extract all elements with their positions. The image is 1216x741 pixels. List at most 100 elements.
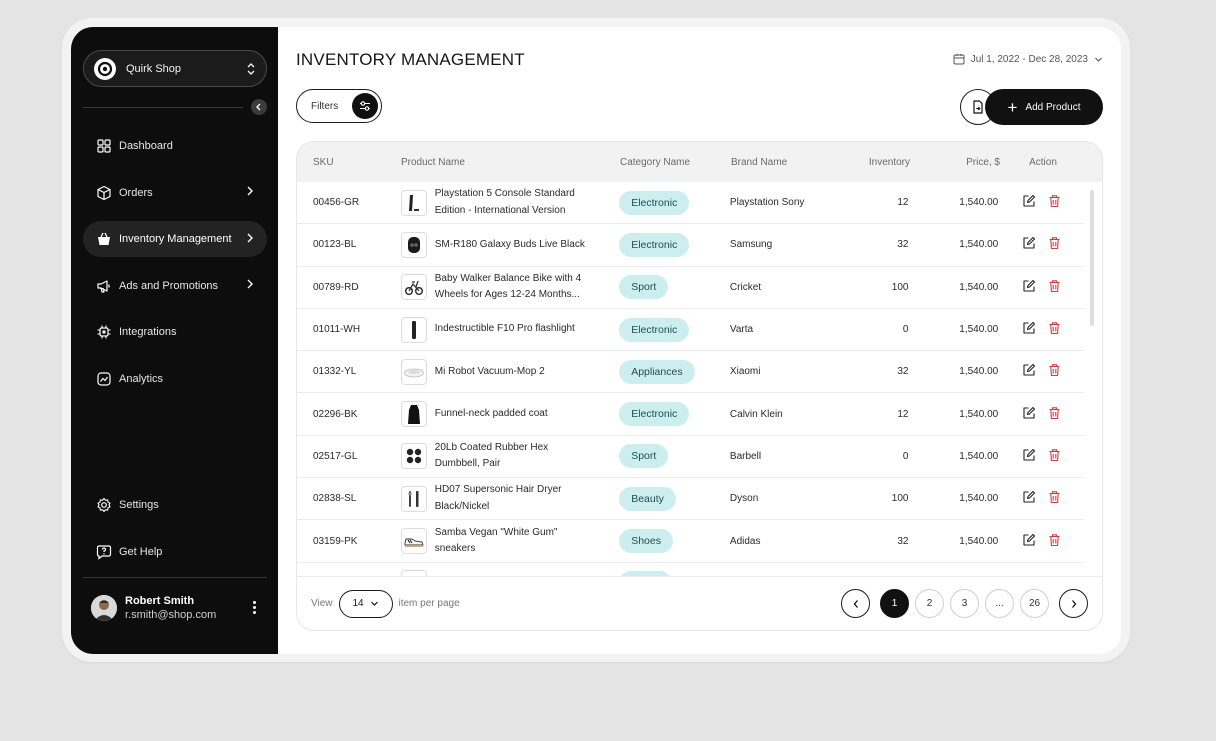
date-range-picker[interactable]: Jul 1, 2022 - Dec 28, 2023 <box>953 53 1103 65</box>
product-name-cell: HD07 Supersonic Hair Dryer Black/Nickel <box>400 482 619 515</box>
product-name-line-1: SM-R180 Galaxy Buds Live Black <box>434 238 585 250</box>
sidebar-item-integrations[interactable]: Integrations <box>83 314 267 350</box>
delete-icon[interactable] <box>1048 490 1061 507</box>
product-name-line-1: Funnel-neck padded coat <box>434 407 548 419</box>
table-row[interactable]: 01011-WH Indestructible F10 Pro flashligh… <box>297 309 1084 352</box>
category-cell: Appliances <box>619 359 730 384</box>
product-name[interactable]: Playstation 5 Console Standard Edition - … <box>435 186 575 219</box>
product-name[interactable]: 20Lb Coated Rubber Hex Dumbbell, Pair <box>435 440 548 473</box>
filters-button[interactable]: Filters <box>296 89 382 123</box>
page-title: INVENTORY MANAGEMENT <box>296 50 525 69</box>
product-name-cell: SM-R180 Galaxy Buds Live Black <box>400 231 619 258</box>
add-product-button[interactable]: + Add Product <box>985 89 1103 125</box>
table-row[interactable]: 02517-GL 20Lb Coated Rubber Hex Dumbbell, … <box>297 436 1084 479</box>
previous-page-button[interactable] <box>841 589 870 618</box>
product-name-line-1: Playstation 5 Console Standard <box>434 188 575 200</box>
page-button[interactable]: 2 <box>915 589 944 618</box>
sidebar-item-inventory-management[interactable]: Inventory Management <box>83 221 267 258</box>
gear-icon <box>95 496 113 514</box>
table-row[interactable]: 02838-SL HD07 Supersonic Hair Dryer Black/… <box>297 478 1084 521</box>
category-cell: Electronic <box>619 402 730 427</box>
sidebar-item-dashboard[interactable]: Dashboard <box>83 128 267 164</box>
delete-icon[interactable] <box>1048 448 1061 465</box>
column-header-sku[interactable]: SKU <box>297 157 401 168</box>
table-row[interactable]: 00789-RD Baby Walker Balance Bike with 4 W… <box>297 267 1084 309</box>
sidebar-item-analytics[interactable]: Analytics <box>83 361 267 397</box>
next-page-button[interactable] <box>1059 589 1088 618</box>
chevron-right-icon <box>245 232 255 247</box>
inventory-table: SKU Product Name Category Name Brand Nam… <box>296 141 1103 631</box>
per-page-select[interactable]: 14 <box>338 589 393 618</box>
action-cell <box>998 194 1084 211</box>
chevron-left-icon <box>853 599 858 608</box>
delete-icon[interactable] <box>1048 279 1061 296</box>
table-row[interactable]: 02296-BK Funnel-neck padded coat Electroni… <box>297 393 1084 436</box>
column-header-category[interactable]: Category Name <box>620 157 731 168</box>
edit-icon[interactable] <box>1022 363 1036 380</box>
edit-icon[interactable] <box>1022 194 1036 211</box>
edit-icon[interactable] <box>1022 490 1036 507</box>
sku-cell: 00123-BL <box>313 239 357 251</box>
product-thumbnail <box>400 528 427 555</box>
edit-icon[interactable] <box>1022 279 1036 296</box>
sidebar-item-settings[interactable]: Settings <box>83 487 267 523</box>
price-cell: 1,540.00 <box>959 239 999 251</box>
product-name[interactable]: Funnel-neck padded coat <box>435 406 548 423</box>
page-button[interactable]: 3 <box>950 589 979 618</box>
inventory-cell: 32 <box>897 535 909 547</box>
product-name[interactable]: HD07 Supersonic Hair Dryer Black/Nickel <box>435 482 562 515</box>
table-row[interactable]: 01332-YL Mi Robot Vacuum-Mop 2 Appliances X… <box>297 351 1084 394</box>
edit-icon[interactable] <box>1022 406 1036 423</box>
brand-cell: Xiaomi <box>729 366 761 378</box>
product-name[interactable]: Indestructible F10 Pro flashlight <box>435 321 575 338</box>
edit-icon[interactable] <box>1022 448 1036 465</box>
delete-icon[interactable] <box>1048 533 1061 550</box>
sidebar-item-get-help[interactable]: Get Help <box>83 534 267 570</box>
delete-icon[interactable] <box>1048 363 1061 380</box>
page-button[interactable]: 1 <box>880 589 909 618</box>
column-header-inventory[interactable]: Inventory <box>839 157 910 168</box>
delete-icon[interactable] <box>1048 194 1061 211</box>
page-button[interactable]: 26 <box>1020 589 1049 618</box>
delete-icon[interactable] <box>1048 236 1061 253</box>
basket-icon <box>95 230 113 248</box>
brand-cell: Cricket <box>729 281 762 293</box>
column-header-product-name[interactable]: Product Name <box>401 157 620 168</box>
table-header: SKU Product Name Category Name Brand Nam… <box>297 142 1102 182</box>
column-header-brand[interactable]: Brand Name <box>731 157 839 168</box>
delete-icon[interactable] <box>1048 321 1061 338</box>
sku-cell: 02296-BK <box>313 408 358 420</box>
table-scrollbar[interactable] <box>1090 190 1094 326</box>
product-name[interactable]: Samba Vegan "White Gum" sneakers <box>435 525 558 558</box>
category-cell: Sport <box>619 444 730 469</box>
chart-icon <box>95 370 113 388</box>
product-thumbnail <box>400 401 427 428</box>
price-cell: 1,540.00 <box>959 281 999 293</box>
store-switcher[interactable]: Quirk Shop <box>83 50 267 87</box>
product-name[interactable]: Baby Walker Balance Bike with 4 Wheels fo… <box>435 271 581 304</box>
action-cell <box>998 321 1084 338</box>
sidebar-item-orders[interactable]: Orders <box>83 175 267 211</box>
user-profile[interactable]: Robert Smith r.smith@shop.com <box>83 577 267 637</box>
table-row[interactable]: 00123-BL SM-R180 Galaxy Buds Live Black El… <box>297 224 1084 267</box>
product-thumbnail <box>400 358 427 385</box>
product-name[interactable]: SM-R180 Galaxy Buds Live Black <box>435 237 585 254</box>
sku-cell: 00789-RD <box>313 281 359 293</box>
product-name-cell: Mi Robot Vacuum-Mop 2 <box>400 358 619 385</box>
category-badge: Sport <box>619 275 669 300</box>
edit-icon[interactable] <box>1022 321 1036 338</box>
table-row[interactable]: 00456-GR Playstation 5 Console Standard Ed… <box>297 182 1084 225</box>
edit-icon[interactable] <box>1022 236 1036 253</box>
collapse-sidebar-button[interactable] <box>251 99 267 115</box>
more-options-icon[interactable] <box>249 601 259 614</box>
delete-icon[interactable] <box>1048 406 1061 423</box>
sidebar-item-ads-and-promotions[interactable]: Ads and Promotions <box>83 268 267 304</box>
product-name-line-1: Mi Robot Vacuum-Mop 2 <box>434 365 545 377</box>
table-row[interactable]: 03159-PK Samba Vegan "White Gum" sneakers S… <box>297 520 1084 563</box>
product-name[interactable]: Mi Robot Vacuum-Mop 2 <box>435 364 545 381</box>
sidebar-item-label: Dashboard <box>119 140 173 152</box>
add-product-label: Add Product <box>1025 101 1081 113</box>
page-button[interactable]: ... <box>985 589 1014 618</box>
column-header-price[interactable]: Price, $ <box>910 157 1000 168</box>
edit-icon[interactable] <box>1022 533 1036 550</box>
